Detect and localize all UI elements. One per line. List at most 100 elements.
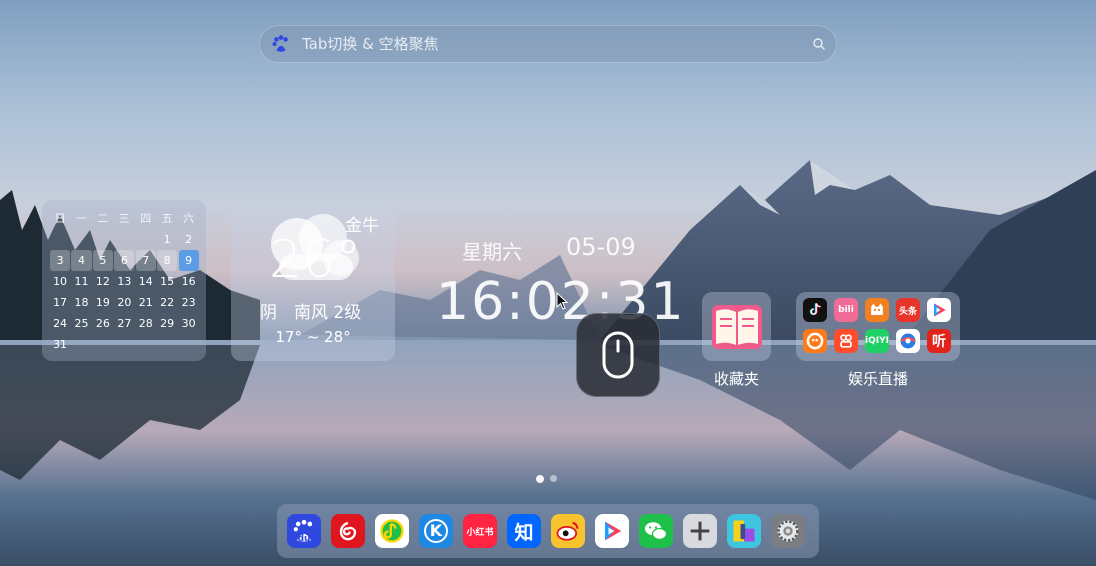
mouse-icon xyxy=(602,331,634,379)
calendar-day[interactable]: 8 xyxy=(157,250,178,271)
search-icon[interactable] xyxy=(812,37,826,51)
wechat-icon[interactable] xyxy=(639,514,673,548)
qq-music-icon[interactable] xyxy=(375,514,409,548)
calendar-week: 12 xyxy=(50,229,200,250)
calendar-empty xyxy=(93,229,113,250)
app-label: bili xyxy=(838,305,854,315)
calendar-week: 24 25 26 27 28 29 30 xyxy=(50,313,200,334)
calendar-day[interactable]: 19 xyxy=(93,292,113,313)
calendar-day[interactable]: 28 xyxy=(136,313,156,334)
calendar-day[interactable]: 10 xyxy=(50,271,70,292)
weekday-label: 一 xyxy=(75,212,87,225)
baidu-icon[interactable]: du xyxy=(287,514,321,548)
weekday-label: 三 xyxy=(118,212,130,225)
duoduo-icon[interactable] xyxy=(834,329,858,353)
mouse-mode-button[interactable] xyxy=(576,313,660,397)
calendar-day[interactable]: 17 xyxy=(50,292,70,313)
calendar-day[interactable]: 18 xyxy=(71,292,91,313)
calendar-day[interactable]: 9 xyxy=(178,250,199,271)
calendar-week: 17 18 19 20 21 22 23 xyxy=(50,292,200,313)
calendar-empty xyxy=(179,334,199,355)
calendar-day[interactable]: 7 xyxy=(135,250,156,271)
calendar-day[interactable]: 30 xyxy=(179,313,199,334)
app-label: 头条 xyxy=(898,306,917,317)
weekday-label: 六 xyxy=(183,212,195,225)
calendar-day[interactable]: 5 xyxy=(92,250,113,271)
calendar-widget[interactable]: 日一二三四五六 1 2 3 4 5 6 7 8 9 10 11 12 13 14 15 16 17 18 19 20 2… xyxy=(42,200,206,361)
app-label: 听 xyxy=(932,334,946,350)
iqiyi-icon[interactable]: iQIYI xyxy=(865,329,889,353)
zhihu-icon[interactable]: 知 xyxy=(507,514,541,548)
favorites-label: 收藏夹 xyxy=(713,370,759,388)
theme-icon[interactable] xyxy=(727,514,761,548)
weekday-label: 二 xyxy=(97,212,109,225)
app-label: du xyxy=(297,534,311,544)
calendar-day[interactable]: 14 xyxy=(136,271,156,292)
calendar-day[interactable]: 31 xyxy=(50,334,70,355)
calendar-day[interactable]: 27 xyxy=(114,313,134,334)
calendar-empty xyxy=(136,334,156,355)
favorites-app[interactable] xyxy=(702,292,771,361)
weekday-label: 日 xyxy=(54,212,66,225)
cursor-icon xyxy=(556,292,568,310)
weekday-label: 五 xyxy=(161,212,173,225)
calendar-day[interactable]: 11 xyxy=(71,271,91,292)
calendar-day[interactable]: 6 xyxy=(114,250,135,271)
app-label: 小红书 xyxy=(466,527,494,538)
weather-range: 17° ~ 28° xyxy=(275,328,351,346)
calendar-day[interactable]: 21 xyxy=(136,292,156,313)
calendar-day[interactable]: 3 xyxy=(50,250,71,271)
calendar-day[interactable]: 29 xyxy=(157,313,177,334)
calendar-day[interactable]: 20 xyxy=(114,292,134,313)
calendar-day[interactable]: 25 xyxy=(71,313,91,334)
calendar-empty xyxy=(136,229,156,250)
page-indicator[interactable] xyxy=(536,475,557,483)
ting-icon[interactable]: 听 xyxy=(927,329,951,353)
weather-condition: 阴 南风 2级 xyxy=(260,303,362,323)
calendar-week: 31 xyxy=(50,334,200,355)
netease-music-icon[interactable] xyxy=(331,514,365,548)
calendar-empty xyxy=(114,334,134,355)
huya-icon[interactable] xyxy=(896,329,920,353)
calendar-days: 1 2 3 4 5 6 7 8 9 10 11 12 13 14 15 16 17 18 19 20 21 22 23 24 2… xyxy=(50,229,200,355)
weather-widget[interactable]: 金牛 26° 阴 南风 2级 17° ~ 28° xyxy=(231,200,395,361)
search-bar[interactable] xyxy=(259,25,837,63)
weibo-icon[interactable] xyxy=(551,514,585,548)
calendar-empty xyxy=(93,334,113,355)
calendar-empty xyxy=(50,229,70,250)
kuaishou-icon[interactable] xyxy=(803,329,827,353)
bilibili-icon[interactable]: bili xyxy=(834,298,858,322)
tencent-video-icon[interactable] xyxy=(927,298,951,322)
toutiao-icon[interactable]: 头条 xyxy=(896,298,920,322)
add-icon[interactable] xyxy=(683,514,717,548)
calendar-day[interactable]: 12 xyxy=(93,271,113,292)
calendar-day[interactable]: 26 xyxy=(93,313,113,334)
tencent-video-icon[interactable] xyxy=(595,514,629,548)
douyin-icon[interactable] xyxy=(803,298,827,322)
app-label: iQIYI xyxy=(865,336,889,346)
app-label: 知 xyxy=(514,521,534,544)
calendar-week: 3456789 xyxy=(50,250,200,271)
settings-icon[interactable] xyxy=(771,514,805,548)
calendar-day[interactable]: 13 xyxy=(114,271,134,292)
calendar-day[interactable]: 15 xyxy=(157,271,177,292)
calendar-day[interactable]: 2 xyxy=(179,229,199,250)
calendar-day[interactable]: 16 xyxy=(179,271,199,292)
tmall-cat-icon[interactable] xyxy=(865,298,889,322)
calendar-empty xyxy=(71,229,91,250)
calendar-day[interactable]: 23 xyxy=(179,292,199,313)
page-dot-1[interactable] xyxy=(536,475,544,483)
calendar-weekdays: 日一二三四五六 xyxy=(50,208,200,229)
kugou-icon[interactable]: K xyxy=(419,514,453,548)
calendar-day[interactable]: 4 xyxy=(71,250,92,271)
calendar-empty xyxy=(157,334,177,355)
search-input[interactable] xyxy=(300,34,812,54)
weekday-label: 四 xyxy=(140,212,152,225)
page-dot-2[interactable] xyxy=(550,475,557,482)
calendar-day[interactable]: 1 xyxy=(157,229,177,250)
calendar-day[interactable]: 22 xyxy=(157,292,177,313)
xiaohongshu-icon[interactable]: 小红书 xyxy=(463,514,497,548)
calendar-empty xyxy=(71,334,91,355)
calendar-day[interactable]: 24 xyxy=(50,313,70,334)
entertainment-folder[interactable]: bili 头条 iQIYI 听 xyxy=(796,292,960,361)
